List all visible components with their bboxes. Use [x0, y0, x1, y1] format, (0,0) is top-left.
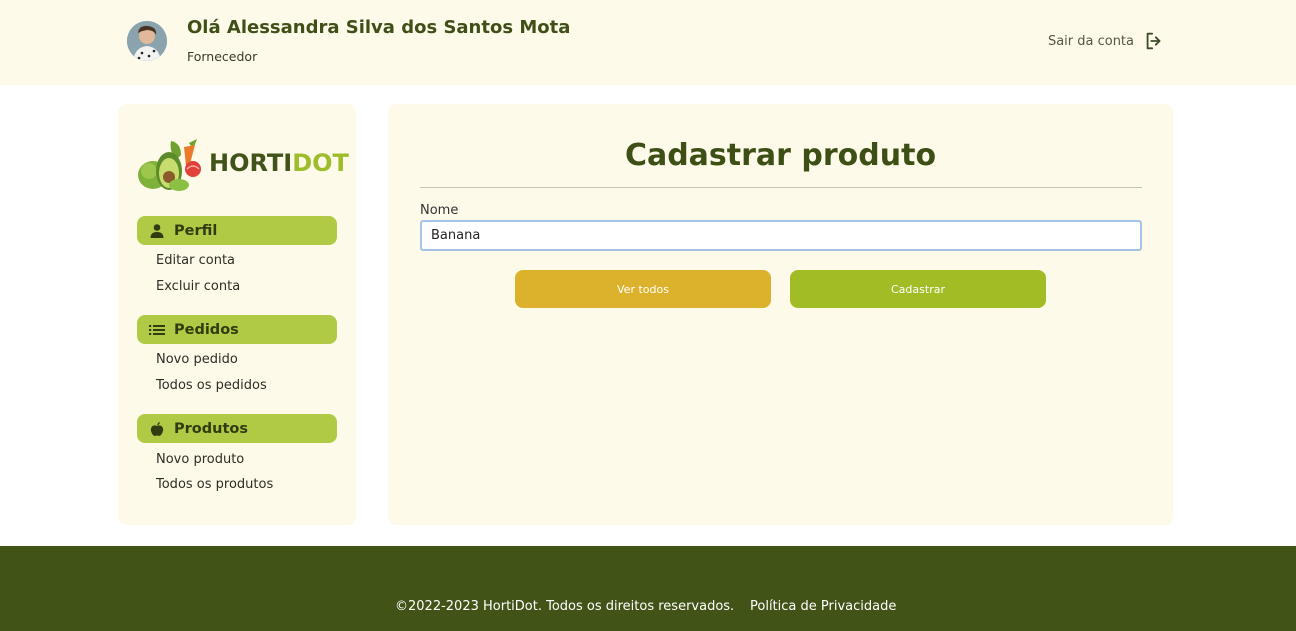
sidebar-link-editar-conta[interactable]: Editar conta: [156, 253, 235, 268]
person-icon: [149, 223, 165, 239]
page-title: Cadastrar produto: [624, 138, 937, 173]
vegetables-logo-icon: [138, 139, 201, 191]
apple-icon: [149, 421, 165, 437]
sidebar-section-produtos[interactable]: Produtos: [137, 414, 337, 443]
section-label-pedidos: Pedidos: [174, 321, 239, 338]
sidebar-link-novo-produto[interactable]: Novo produto: [156, 452, 244, 467]
list-icon: [149, 322, 165, 338]
section-label-produtos: Produtos: [174, 420, 248, 437]
sidebar-link-todos-pedidos[interactable]: Todos os pedidos: [156, 378, 267, 393]
logout-label: Sair da conta: [1047, 33, 1134, 49]
avatar-image: [127, 21, 167, 61]
user-role: Fornecedor: [187, 49, 258, 64]
user-greeting: Olá Alessandra Silva dos Santos Mota: [187, 17, 571, 38]
submit-button[interactable]: Cadastrar: [790, 270, 1046, 308]
logout-button[interactable]: Sair da conta: [1048, 30, 1165, 52]
privacy-policy-link[interactable]: Política de Privacidade: [750, 599, 896, 614]
footer: ©2022-2023 HortiDot. Todos os direitos r…: [0, 546, 1296, 631]
title-divider: [420, 187, 1142, 188]
product-name-input[interactable]: [420, 220, 1142, 251]
name-field-label: Nome: [420, 203, 459, 218]
section-label-perfil: Perfil: [174, 222, 218, 239]
logo-prefix: HORTI: [209, 149, 293, 177]
view-all-button[interactable]: Ver todos: [515, 270, 771, 308]
hortidot-logo[interactable]: HORTIDOT: [137, 133, 349, 199]
logout-icon: [1143, 30, 1165, 52]
product-form-card: Cadastrar produto Nome Ver todos Cadastr…: [388, 104, 1173, 525]
top-bar: Olá Alessandra Silva dos Santos Mota For…: [0, 0, 1296, 85]
logo-wordmark: HORTIDOT: [209, 149, 349, 177]
sidebar-link-todos-produtos[interactable]: Todos os produtos: [156, 477, 273, 492]
sidebar-section-pedidos[interactable]: Pedidos: [137, 315, 337, 344]
sidebar-section-perfil[interactable]: Perfil: [137, 216, 337, 245]
copyright-text: ©2022-2023 HortiDot. Todos os direitos r…: [395, 599, 735, 614]
logo-suffix: DOT: [292, 149, 349, 177]
avatar[interactable]: [127, 21, 167, 61]
sidebar-link-excluir-conta[interactable]: Excluir conta: [156, 279, 240, 294]
sidebar-link-novo-pedido[interactable]: Novo pedido: [156, 352, 238, 367]
